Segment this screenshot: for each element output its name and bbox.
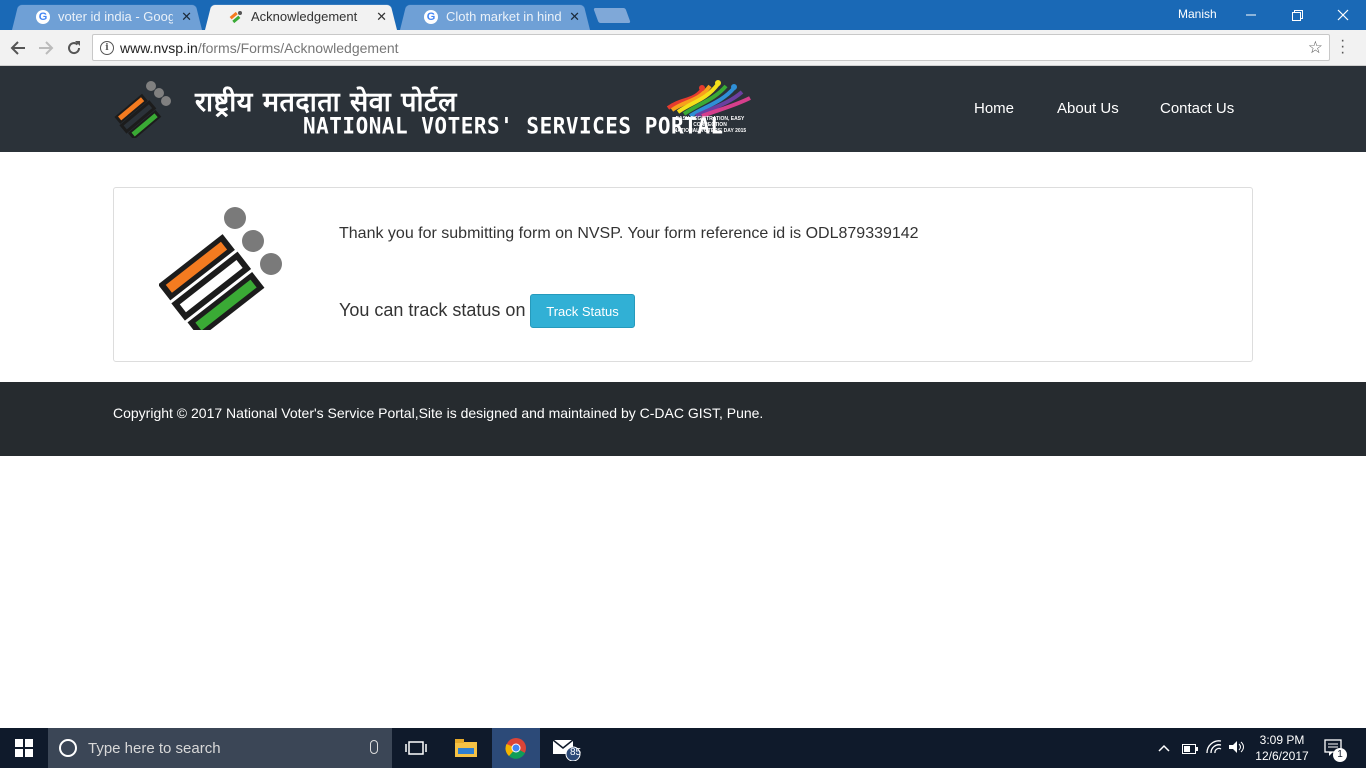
- mail-unread-badge: 85: [570, 747, 582, 758]
- site-title-english: NATIONAL VOTERS' SERVICES PORTAL: [303, 113, 724, 139]
- track-status-button[interactable]: Track Status: [530, 294, 635, 328]
- restore-icon[interactable]: [1274, 0, 1320, 30]
- tab-close-icon[interactable]: ✕: [569, 9, 580, 25]
- google-g-icon: G: [424, 9, 438, 24]
- task-view-icon[interactable]: [392, 728, 440, 768]
- nvsp-logo-large-icon: [159, 207, 282, 330]
- site-header: राष्ट्रीय मतदाता सेवा पोर्टल NATIONAL VO…: [0, 66, 1366, 152]
- acknowledgement-panel: Thank you for submitting form on NVSP. Y…: [113, 187, 1253, 362]
- tab-close-icon[interactable]: ✕: [376, 9, 387, 25]
- new-tab-button[interactable]: [593, 8, 631, 23]
- nvsp-logo-icon[interactable]: [113, 78, 175, 138]
- profile-name[interactable]: Manish: [1178, 7, 1217, 21]
- copyright-text: Copyright © 2017 National Voter's Servic…: [113, 405, 764, 421]
- wifi-icon[interactable]: [1206, 740, 1222, 757]
- chrome-menu-icon[interactable]: · · ·: [1340, 33, 1345, 61]
- tab-title: Acknowledgement: [251, 9, 358, 24]
- forward-arrow-icon[interactable]: [34, 36, 58, 60]
- nvsp-favicon-icon: [229, 10, 243, 24]
- tab-title: Cloth market in hindi - G: [446, 9, 562, 24]
- chrome-taskbar-icon[interactable]: [492, 728, 540, 768]
- minimize-icon[interactable]: [1228, 0, 1274, 30]
- badge-caption: EASY REGISTRATION, EASY CORRECTION NATIO…: [673, 116, 747, 134]
- browser-toolbar: i www.nvsp.in/forms/Forms/Acknowledgemen…: [0, 30, 1366, 66]
- tab-acknowledgement[interactable]: Acknowledgement ✕: [205, 3, 397, 31]
- address-bar[interactable]: i www.nvsp.in/forms/Forms/Acknowledgemen…: [92, 34, 1330, 61]
- info-icon[interactable]: i: [100, 40, 114, 55]
- tab-cloth-market-search[interactable]: G Cloth market in hindi - G ✕: [400, 3, 590, 31]
- file-explorer-icon[interactable]: [442, 728, 490, 768]
- back-arrow-icon[interactable]: [6, 36, 30, 60]
- mail-icon[interactable]: 85: [542, 728, 590, 768]
- windows-taskbar: Type here to search 85 3:09 PM 12/6/2017…: [0, 728, 1366, 768]
- submission-message: Thank you for submitting form on NVSP. Y…: [339, 225, 919, 242]
- tab-voter-id-search[interactable]: G voter id india - Google S ✕: [12, 3, 202, 31]
- cortana-icon: [59, 739, 77, 757]
- volume-icon[interactable]: [1228, 740, 1246, 757]
- site-footer: Copyright © 2017 National Voter's Servic…: [0, 382, 1366, 456]
- nav-contact-us[interactable]: Contact Us: [1160, 100, 1234, 117]
- nav-about-us[interactable]: About Us: [1057, 100, 1119, 117]
- reload-icon[interactable]: [62, 36, 86, 60]
- battery-icon[interactable]: [1182, 742, 1198, 757]
- taskbar-search-box[interactable]: Type here to search: [48, 728, 392, 768]
- notification-count-badge: 1: [1333, 748, 1347, 762]
- windows-start-icon[interactable]: [0, 728, 48, 768]
- search-placeholder: Type here to search: [88, 739, 221, 757]
- google-g-icon: G: [36, 9, 50, 24]
- show-hidden-icons-chevron-icon[interactable]: [1158, 740, 1170, 755]
- tab-close-icon[interactable]: ✕: [181, 9, 192, 25]
- bookmark-star-icon[interactable]: ☆: [1308, 38, 1323, 58]
- nav-home[interactable]: Home: [974, 100, 1014, 117]
- track-status-text: You can track status on: [339, 300, 526, 320]
- close-window-icon[interactable]: [1320, 0, 1366, 30]
- microphone-icon[interactable]: [370, 740, 378, 754]
- taskbar-clock[interactable]: 3:09 PM 12/6/2017: [1252, 732, 1312, 764]
- browser-title-bar: G voter id india - Google S ✕ Acknowledg…: [0, 0, 1366, 31]
- tab-title: voter id india - Google S: [58, 9, 174, 24]
- url-text[interactable]: www.nvsp.in/forms/Forms/Acknowledgement: [120, 40, 399, 56]
